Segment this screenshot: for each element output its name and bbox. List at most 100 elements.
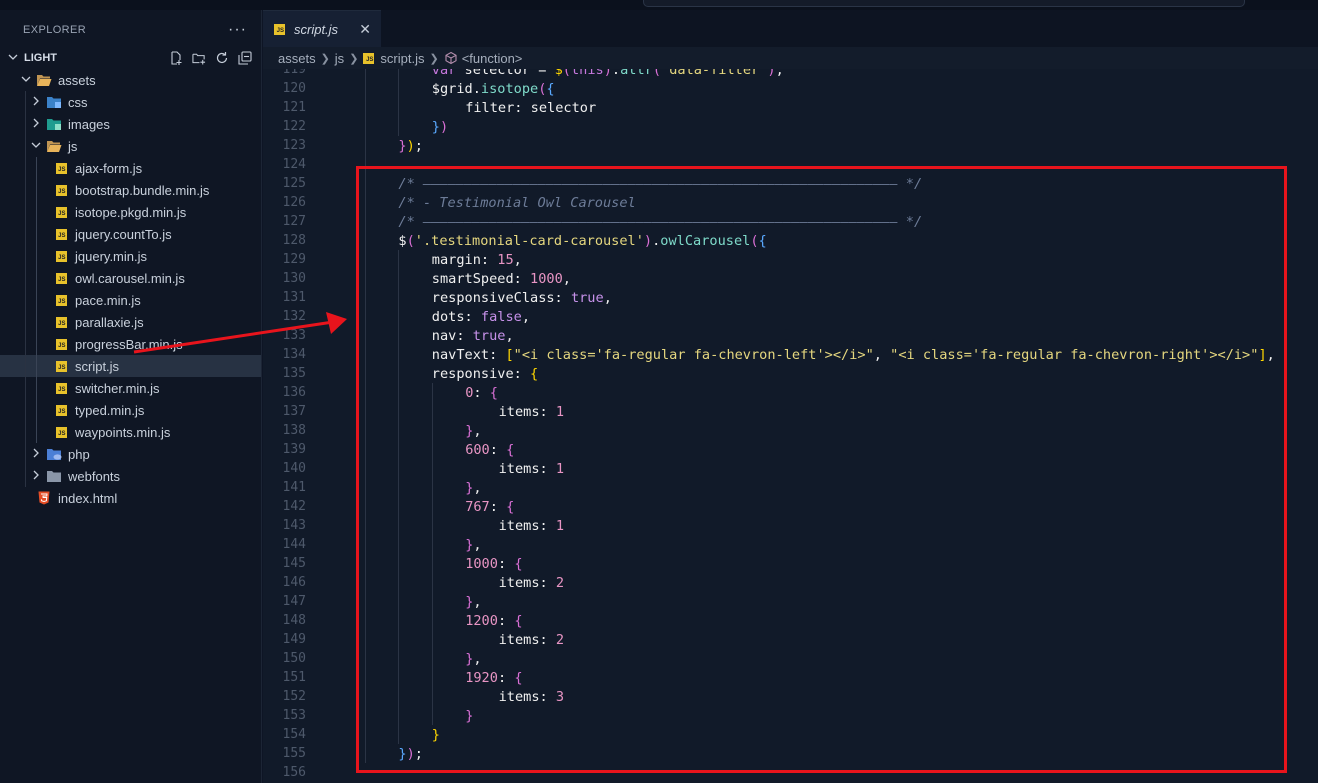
tab-script-js[interactable]: JS script.js ✕ [263, 10, 381, 47]
more-actions-icon[interactable]: ··· [228, 21, 247, 39]
code-editor[interactable]: 119 var selector = $(this).attr('data-fil… [263, 69, 1318, 783]
refresh-icon[interactable] [215, 51, 229, 65]
tree-file[interactable]: JS progressBar.min.js [0, 333, 261, 355]
line-number: 147 [282, 594, 306, 609]
js-file-icon: JS [53, 315, 69, 329]
close-icon[interactable]: ✕ [359, 21, 371, 38]
code-line: 145 1000: { [263, 554, 1275, 573]
code-token: [ [505, 346, 514, 363]
code-token: : [473, 384, 490, 401]
code-token: { [758, 232, 767, 249]
code-line: 151 1920: { [263, 668, 1275, 687]
breadcrumb-js[interactable]: js [335, 51, 344, 66]
tree-file[interactable]: index.html [0, 487, 261, 509]
tree-item-label: script.js [75, 358, 120, 374]
editor-area: JS script.js ✕ assets ❯ js ❯ JS script.j… [263, 10, 1318, 783]
command-center[interactable] [643, 0, 1245, 7]
code-token: { [514, 555, 523, 572]
tree-file[interactable]: JS switcher.min.js [0, 377, 261, 399]
code-line: 143 items: 1 [263, 516, 1275, 535]
js-file-icon: JS [53, 403, 69, 417]
code-line: 147}, [263, 592, 1275, 611]
line-number: 153 [282, 708, 306, 723]
code-line: 155}); [263, 744, 1275, 763]
code-token: ( [750, 232, 759, 249]
code-token: filter: selector [465, 99, 597, 116]
tree-file[interactable]: JS waypoints.min.js [0, 421, 261, 443]
breadcrumb-file[interactable]: script.js [380, 51, 424, 66]
chevron-down-icon [30, 140, 42, 153]
tab-bar: JS script.js ✕ [263, 10, 1318, 47]
js-file-icon: JS [53, 381, 69, 395]
code-line: 156 [263, 763, 1275, 782]
folder-icon [46, 447, 62, 461]
code-token: "<i class='fa-regular fa-chevron-right'>… [890, 346, 1259, 363]
tree-folder[interactable]: images [0, 113, 261, 135]
breadcrumb: assets ❯ js ❯ JS script.js ❯ <function> [263, 47, 1318, 69]
workspace-root[interactable]: LIGHT [0, 50, 261, 66]
tree-file[interactable]: JS typed.min.js [0, 399, 261, 421]
code-token: smartSpeed: [431, 270, 531, 287]
new-folder-icon[interactable] [192, 51, 206, 65]
code-token: items: [498, 403, 556, 420]
code-token: ] [1258, 346, 1267, 363]
code-text: 767: { [306, 499, 514, 515]
code-token: ( [652, 69, 662, 78]
function-cube-icon [444, 51, 458, 65]
tree-file[interactable]: JS script.js [0, 355, 261, 377]
breadcrumb-symbol[interactable]: <function> [462, 51, 523, 66]
indent-guide [432, 383, 433, 725]
code-token: 600 [465, 441, 490, 458]
js-file-icon: JS [53, 227, 69, 241]
tree-folder[interactable]: assets [0, 69, 261, 91]
code-token: , [473, 650, 482, 667]
tree-folder[interactable]: css [0, 91, 261, 113]
code-token: ) [603, 69, 612, 78]
code-line: 141}, [263, 478, 1275, 497]
code-token: 1 [555, 403, 565, 420]
line-number: 139 [282, 442, 306, 457]
js-file-icon: JS [53, 161, 69, 175]
code-token: , [873, 346, 891, 363]
tree-folder[interactable]: webfonts [0, 465, 261, 487]
code-text: }, [306, 480, 481, 496]
code-token: items: [498, 574, 556, 591]
tree-folder[interactable]: js [0, 135, 261, 157]
tree-file[interactable]: JS jquery.countTo.js [0, 223, 261, 245]
tree-item-label: jquery.min.js [75, 248, 148, 264]
line-number: 132 [282, 309, 306, 324]
code-line: 150}, [263, 649, 1275, 668]
collapse-all-icon[interactable] [238, 51, 252, 65]
code-token: : [497, 669, 515, 686]
code-token: , [521, 308, 531, 325]
code-token: { [506, 498, 515, 515]
code-token: ( [562, 69, 571, 78]
code-token: { [489, 384, 498, 401]
code-token: items: [498, 517, 556, 534]
indent-guide [36, 157, 37, 443]
code-text: dots: false, [306, 309, 530, 325]
explorer-title: EXPLORER [23, 24, 87, 36]
tree-file[interactable]: JS ajax-form.js [0, 157, 261, 179]
code-text: filter: selector [306, 100, 596, 116]
line-number: 155 [282, 746, 306, 761]
tree-file[interactable]: JS pace.min.js [0, 289, 261, 311]
tree-folder[interactable]: php [0, 443, 261, 465]
code-line: 129 margin: 15, [263, 250, 1275, 269]
js-file-icon: JS [53, 425, 69, 439]
code-line: 130 smartSpeed: 1000, [263, 269, 1275, 288]
tree-item-label: switcher.min.js [75, 380, 160, 396]
breadcrumb-assets[interactable]: assets [278, 51, 316, 66]
tree-file[interactable]: JS isotope.pkgd.min.js [0, 201, 261, 223]
code-token: { [506, 441, 515, 458]
tree-file[interactable]: JS owl.carousel.min.js [0, 267, 261, 289]
line-number: 123 [282, 138, 306, 153]
code-text: }, [306, 650, 482, 667]
code-text: responsive: { [306, 366, 538, 382]
tree-file[interactable]: JS jquery.min.js [0, 245, 261, 267]
code-token: "<i class='fa-regular fa-chevron-left'><… [513, 346, 874, 363]
tree-file[interactable]: JS parallaxie.js [0, 311, 261, 333]
code-text: items: 2 [306, 575, 564, 591]
new-file-icon[interactable] [169, 51, 183, 65]
tree-file[interactable]: JS bootstrap.bundle.min.js [0, 179, 261, 201]
